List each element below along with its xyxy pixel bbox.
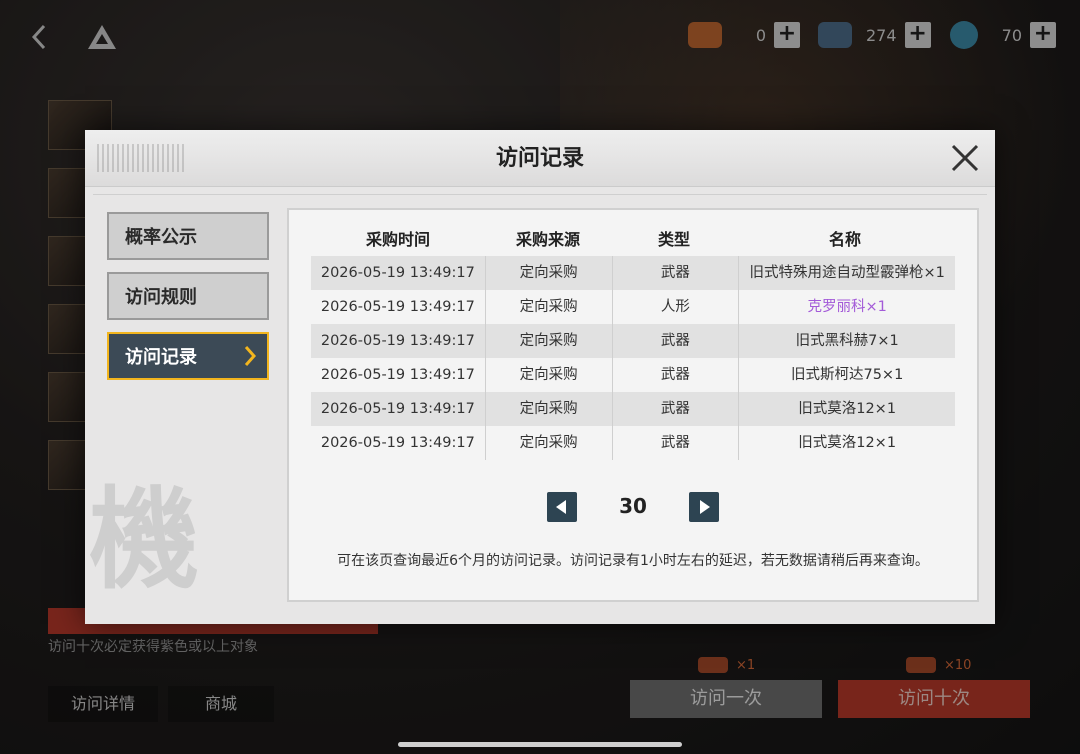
column-header-type: 类型 xyxy=(657,230,690,249)
column-header-time: 采购时间 xyxy=(365,230,430,249)
records-note: 可在该页查询最近6个月的访问记录。访问记录有1小时左右的延迟，若无数据请稍后再来… xyxy=(337,553,929,569)
column-header-source: 采购来源 xyxy=(515,230,580,249)
cell-type: 武器 xyxy=(613,358,740,392)
triangle-left-icon xyxy=(556,500,566,514)
tab-rules[interactable]: 访问规则 xyxy=(107,272,269,320)
cell-time: 2026-05-19 13:49:17 xyxy=(320,367,475,383)
close-button[interactable] xyxy=(949,142,981,174)
tab-label: 访问规则 xyxy=(125,287,197,308)
cell-name: 旧式特殊用途自动型霰弹枪×1 xyxy=(749,265,945,281)
tab-label: 概率公示 xyxy=(125,227,197,248)
cell-time: 2026-05-19 13:49:17 xyxy=(320,299,475,315)
cell-name: 旧式莫洛12×1 xyxy=(798,435,897,451)
table-row: 2026-05-19 13:49:17 定向采购 人形 克罗丽科×1 xyxy=(311,290,955,324)
cell-time: 2026-05-19 13:49:17 xyxy=(320,333,475,349)
visit-record-dialog: 访问记录 機 概率公示 访问规则 访问记录 采购时间 采购来源 类型 名称 20… xyxy=(85,130,995,624)
cell-type: 武器 xyxy=(613,392,740,426)
chevron-right-icon xyxy=(243,344,257,372)
table-header: 采购时间 采购来源 类型 名称 xyxy=(311,220,955,256)
cell-name: 旧式莫洛12×1 xyxy=(798,401,897,417)
cell-type: 人形 xyxy=(613,290,740,324)
table-row: 2026-05-19 13:49:17 定向采购 武器 旧式莫洛12×1 xyxy=(311,392,955,426)
column-header-name: 名称 xyxy=(828,230,861,249)
cell-source: 定向采购 xyxy=(484,392,613,426)
cell-name: 克罗丽科×1 xyxy=(807,299,887,315)
cell-time: 2026-05-19 13:49:17 xyxy=(320,265,475,281)
home-indicator[interactable] xyxy=(398,742,682,747)
watermark-glyph: 機 xyxy=(89,475,199,604)
table-row: 2026-05-19 13:49:17 定向采购 武器 旧式特殊用途自动型霰弹枪… xyxy=(311,256,955,290)
cell-source: 定向采购 xyxy=(484,290,613,324)
tab-probability[interactable]: 概率公示 xyxy=(107,212,269,260)
records-table: 采购时间 采购来源 类型 名称 2026-05-19 13:49:17 定向采购… xyxy=(311,220,955,460)
cell-name: 旧式斯柯达75×1 xyxy=(790,367,904,383)
cell-type: 武器 xyxy=(613,426,740,460)
prev-page-button[interactable] xyxy=(547,492,577,522)
tab-label: 访问记录 xyxy=(125,347,197,368)
cell-name: 旧式黑科赫7×1 xyxy=(795,333,899,349)
cell-source: 定向采购 xyxy=(484,256,613,290)
cell-source: 定向采购 xyxy=(484,324,613,358)
dialog-title: 访问记录 xyxy=(495,146,584,171)
table-row: 2026-05-19 13:49:17 定向采购 武器 旧式斯柯达75×1 xyxy=(311,358,955,392)
cell-time: 2026-05-19 13:49:17 xyxy=(320,401,475,417)
next-page-button[interactable] xyxy=(689,492,719,522)
cell-type: 武器 xyxy=(613,324,740,358)
cell-source: 定向采购 xyxy=(484,358,613,392)
triangle-right-icon xyxy=(700,500,710,514)
table-row: 2026-05-19 13:49:17 定向采购 武器 旧式黑科赫7×1 xyxy=(311,324,955,358)
tab-records[interactable]: 访问记录 xyxy=(107,332,269,380)
close-icon xyxy=(951,144,979,172)
cell-time: 2026-05-19 13:49:17 xyxy=(320,435,475,451)
table-row: 2026-05-19 13:49:17 定向采购 武器 旧式莫洛12×1 xyxy=(311,426,955,460)
cell-source: 定向采购 xyxy=(484,426,613,460)
cell-type: 武器 xyxy=(613,256,740,290)
divider xyxy=(93,194,987,195)
page-number: 30 xyxy=(619,494,647,518)
